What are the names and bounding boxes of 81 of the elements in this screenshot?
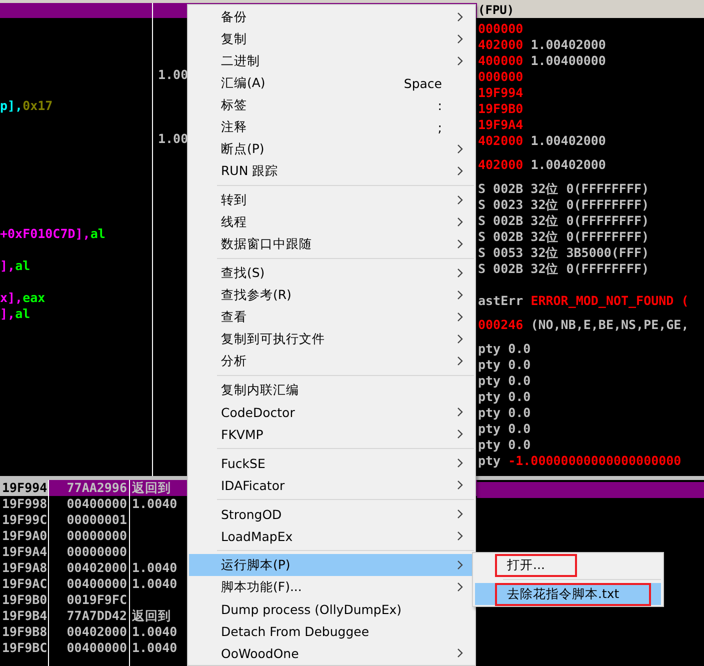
menu-item[interactable]: 复制内联汇编 <box>189 379 474 401</box>
menu-item[interactable]: 数据窗口中跟随 <box>189 233 474 255</box>
menu-item[interactable]: 线程 <box>189 211 474 233</box>
chevron-right-icon <box>457 458 463 468</box>
menu-item[interactable]: CodeDoctor <box>189 401 474 423</box>
code-line: S 002B 32位 0(FFFFFFFF) <box>478 229 650 245</box>
code-line: S 0023 32位 0(FFFFFFFF) <box>478 197 650 213</box>
menu-item[interactable]: FuckSE <box>189 452 474 474</box>
code-line: pty 0.0 <box>478 389 531 405</box>
code-line: p],0x17 <box>0 98 53 114</box>
pane-header: (FPU) <box>477 3 704 18</box>
menu-item[interactable]: 转到 <box>189 189 474 211</box>
chevron-right-icon <box>457 560 463 570</box>
code-line: 402000 1.00402000 <box>478 133 606 149</box>
chevron-right-icon <box>457 290 463 300</box>
code-line: 19F9A4 <box>478 117 524 133</box>
code-line: 400000 1.00400000 <box>478 53 606 69</box>
address-cell: 19F994 <box>0 480 48 496</box>
chevron-right-icon <box>457 12 463 22</box>
chevron-right-icon <box>457 144 463 154</box>
chevron-right-icon <box>457 239 463 249</box>
chevron-right-icon <box>457 268 463 278</box>
menu-item[interactable]: LoadMapEx <box>189 525 474 547</box>
code-line: S 002B 32位 0(FFFFFFFF) <box>478 261 650 277</box>
code-line: pty 0.0 <box>478 357 531 373</box>
code-line: S 002B 32位 0(FFFFFFFF) <box>478 213 650 229</box>
menu-item[interactable]: RUN 跟踪 <box>189 160 474 182</box>
code-line: ],al <box>0 306 30 322</box>
menu-item[interactable]: 标签 : <box>189 94 474 116</box>
chevron-right-icon <box>457 480 463 490</box>
menu-item[interactable]: 查找(S) <box>189 262 474 284</box>
chevron-right-icon <box>457 56 463 66</box>
code-line: pty -1.00000000000000000000 <box>478 453 682 469</box>
chevron-right-icon <box>457 195 463 205</box>
code-line: 19F994 <box>478 85 524 101</box>
code-line: 19F9B0 <box>478 101 524 117</box>
code-line: S 0053 32位 3B5000(FFF) <box>478 245 650 261</box>
menu-item[interactable]: 去除花指令脚本.txt <box>475 583 661 605</box>
menu-item[interactable]: 备份 <box>189 6 474 28</box>
chevron-right-icon <box>457 312 463 322</box>
chevron-right-icon <box>457 582 463 592</box>
code-line: pty 0.0 <box>478 421 531 437</box>
chevron-right-icon <box>457 166 463 176</box>
code-line: +0xF010C7D],al <box>0 226 106 242</box>
code-line: 1.00 <box>158 67 188 83</box>
menu-item[interactable]: 注释 ; <box>189 116 474 138</box>
code-line: 000246 (NO,NB,E,BE,NS,PE,GE, <box>478 317 689 333</box>
menu-item[interactable]: 复制到可执行文件 <box>189 328 474 350</box>
menu-item[interactable]: 断点(P) <box>189 138 474 160</box>
menu-item[interactable]: 分析 <box>189 350 474 372</box>
code-line: pty 0.0 <box>478 437 531 453</box>
code-line: 402000 1.00402000 <box>478 157 606 173</box>
code-line: S 002B 32位 0(FFFFFFFF) <box>478 181 650 197</box>
menu-item[interactable]: FKVMP <box>189 423 474 445</box>
code-line: 000000 <box>478 69 524 85</box>
menu-item[interactable]: 二进制 <box>189 50 474 72</box>
chevron-right-icon <box>457 429 463 439</box>
code-line: pty 0.0 <box>478 373 531 389</box>
code-line: ],al <box>0 258 30 274</box>
code-line: astErr ERROR_MOD_NOT_FOUND ( <box>478 293 689 309</box>
menu-item[interactable]: 运行脚本(P) <box>189 554 474 576</box>
chevron-right-icon <box>457 356 463 366</box>
menu-item[interactable]: 打开... <box>475 554 661 576</box>
chevron-right-icon <box>457 34 463 44</box>
code-line: x],eax <box>0 290 46 306</box>
menu-item[interactable]: 查找参考(R) <box>189 284 474 306</box>
value-cell: 77AA2996 <box>49 480 129 496</box>
chevron-right-icon <box>457 648 463 658</box>
code-line: 000000 <box>478 21 524 37</box>
chevron-right-icon <box>457 334 463 344</box>
menu-item[interactable]: 查看 <box>189 306 474 328</box>
code-line: pty 0.0 <box>478 405 531 421</box>
menu-item[interactable]: 汇编(A) Space <box>189 72 474 94</box>
menu-item[interactable]: 复制 <box>189 28 474 50</box>
chevron-right-icon <box>457 531 463 541</box>
code-line: 402000 1.00402000 <box>478 37 606 53</box>
code-line: 1.00 <box>158 131 188 147</box>
chevron-right-icon <box>457 407 463 417</box>
code-line: pty 0.0 <box>478 341 531 357</box>
chevron-right-icon <box>457 217 463 227</box>
chevron-right-icon <box>457 509 463 519</box>
